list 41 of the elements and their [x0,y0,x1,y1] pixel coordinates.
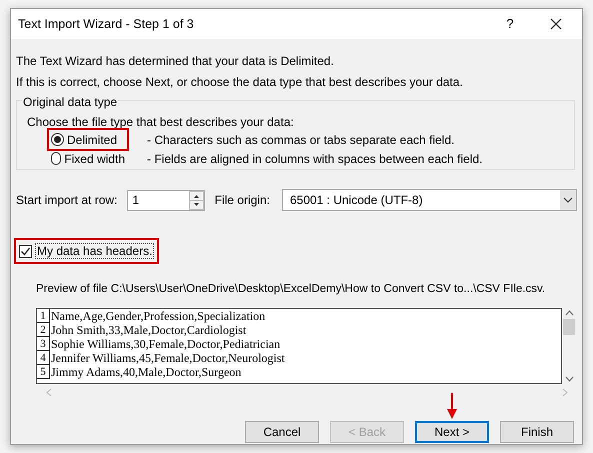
line-number: 1 [37,309,50,324]
group-prompt: Choose the file type that best describes your data: [27,115,295,130]
headers-checkbox-option[interactable]: My data has headers. [16,240,158,262]
radio-option[interactable]: Delimited [49,130,127,149]
radio-label: Delimited [67,132,118,148]
line-number: 5 [37,365,50,380]
preview-line: John Smith,33,Male,Doctor,Cardiologist [50,323,246,338]
intro-text: The Text Wizard has determined that your data is Delimited. [16,53,335,69]
preview-line: Jimmy Adams,40,Male,Doctor,Surgeon [50,365,242,380]
start-row-label: Start import at row: [16,192,118,209]
scroll-thumb[interactable] [563,319,576,336]
radio-button[interactable] [51,152,62,165]
file-origin-label: File origin: [214,192,270,209]
start-row-spinner[interactable]: 1 [127,190,205,210]
window-title: Text Import Wizard - Step 1 of 3 [18,16,195,33]
spin-arrows-icon[interactable] [188,190,204,210]
option-description: - Fields are aligned in columns with spaces between each field. [147,150,483,168]
scroll-down-icon[interactable] [564,376,574,382]
chevron-down-icon[interactable] [560,190,576,210]
radio-button[interactable] [51,133,64,146]
vertical-scrollbar[interactable] [562,308,576,384]
scroll-up-icon[interactable] [564,310,574,316]
preview-label: Preview of file C:\Users\User\OneDrive\Desktop\ExcelDemy\How to Convert CSV to...\CSV FIle.csv. [35,282,546,297]
file-origin-dropdown[interactable]: 65001 : Unicode (UTF-8) [282,189,577,211]
preview-line: Jennifer Williams,45,Female,Doctor,Neurologist [50,351,285,366]
preview-line: Sophie Williams,30,Female,Doctor,Pediatrician [50,337,280,352]
dialog-button[interactable]: Next > [415,421,489,444]
radio-label: Fixed width [64,150,125,168]
checkbox-label: My data has headers. [35,243,154,259]
help-button[interactable]: ? [490,14,530,34]
option-description: - Characters such as commas or tabs separate each field. [147,132,454,148]
line-number: 2 [37,323,50,338]
checkbox[interactable] [19,244,32,258]
close-icon[interactable] [550,18,562,30]
preview-line: Name,Age,Gender,Profession,Specialization [50,309,266,324]
line-number: 4 [37,351,50,366]
radio-option[interactable]: Fixed width [49,149,127,168]
intro-text: If this is correct, choose Next, or choose the data type that best describes your data. [16,74,464,90]
dialog-button[interactable]: Cancel [245,421,319,444]
dialog-button[interactable]: Finish [500,421,574,444]
line-number: 3 [37,337,50,352]
